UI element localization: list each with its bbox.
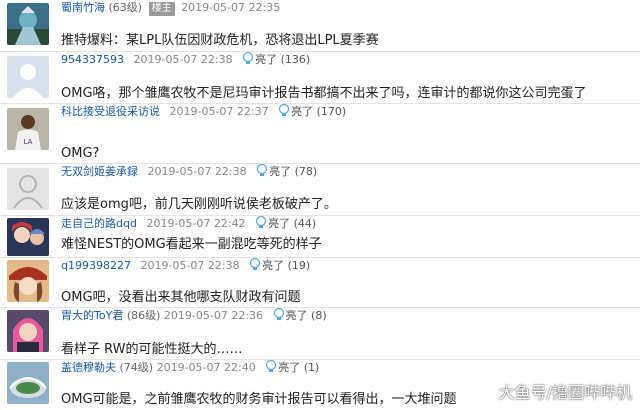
username-link[interactable]: 科比接受退役采访说 xyxy=(61,105,160,118)
like-button[interactable]: 亮了 xyxy=(269,165,291,178)
lightbulb-icon[interactable] xyxy=(256,163,268,183)
default-person-avatar-icon[interactable] xyxy=(7,168,49,210)
post-text: 看样子 RW的可能性挺大的…… xyxy=(61,342,243,357)
post-meta: 走自己的路dqd 2019-05-07 22:42 亮了 (44) xyxy=(61,215,317,235)
username-link[interactable]: 蜀南竹海 xyxy=(61,1,105,14)
user-level: (74级) xyxy=(119,361,154,374)
post-4: 走自己的路dqd 2019-05-07 22:42 亮了 (44) 难怪NEST… xyxy=(0,215,640,258)
like-count: (136) xyxy=(280,53,311,66)
username-link[interactable]: 走自己的路dqd xyxy=(61,217,137,230)
like-count: (78) xyxy=(294,165,318,178)
like-button[interactable]: 亮了 xyxy=(278,361,300,374)
post-text: OMG可能是，之前雏鹰农牧的财务审计报告可以看得出，一大堆问题 xyxy=(61,392,457,407)
post-meta: 无双剑姬姜承録 2019-05-07 22:38 亮了 (78) xyxy=(61,163,318,183)
pink-hair-champion-avatar-icon[interactable] xyxy=(7,310,49,352)
post-time: 2019-05-07 22:36 xyxy=(163,309,264,322)
post-meta: 科比接受退役采访说 2019-05-07 22:37 亮了 (170) xyxy=(61,103,347,123)
lightbulb-icon[interactable] xyxy=(278,103,290,123)
username-link[interactable]: 盖德穆勒夫 xyxy=(61,361,116,374)
post-meta: 954337593 2019-05-07 22:38 亮了 (136) xyxy=(61,51,311,71)
post-text: 推特爆料：某LPL队伍因财政危机，恐将退出LPL夏季赛 xyxy=(61,33,379,48)
like-button[interactable]: 亮了 xyxy=(291,105,313,118)
username-link[interactable]: 954337593 xyxy=(61,53,124,66)
lightbulb-icon[interactable] xyxy=(273,307,285,327)
like-count: (19) xyxy=(287,259,311,272)
anime-character-avatar-icon[interactable] xyxy=(7,218,49,256)
post-meta: q199398227 2019-05-07 22:38 亮了 (19) xyxy=(61,257,311,277)
like-count: (170) xyxy=(316,105,347,118)
post-meta: 蜀南竹海 (63级) 楼主 2019-05-07 22:35 xyxy=(61,0,280,16)
basketball-player-avatar-icon[interactable]: LA xyxy=(7,108,49,150)
post-time: 2019-05-07 22:37 xyxy=(169,105,269,118)
post-5: q199398227 2019-05-07 22:38 亮了 (19) OMG吧… xyxy=(0,257,640,308)
post-time: 2019-05-07 22:35 xyxy=(181,1,281,14)
like-count: (1) xyxy=(303,361,320,374)
stadium-avatar-icon[interactable] xyxy=(7,362,49,404)
lightbulb-icon[interactable] xyxy=(265,359,277,379)
post-time: 2019-05-07 22:42 xyxy=(146,217,246,230)
post-1: 954337593 2019-05-07 22:38 亮了 (136) OMG咯… xyxy=(0,51,640,104)
like-button[interactable]: 亮了 xyxy=(268,217,290,230)
post-text: OMG咯，那个雏鹰农牧不是尼玛审计报告书都搞不出来了吗，连审计的都说你这公司完蛋… xyxy=(61,86,587,101)
post-time: 2019-05-07 22:38 xyxy=(140,259,240,272)
username-link[interactable]: 无双剑姬姜承録 xyxy=(61,165,138,178)
user-level: (86级) xyxy=(126,309,161,322)
post-2: LA 科比接受退役采访说 2019-05-07 22:37 亮了 (170) O… xyxy=(0,103,640,164)
post-text: OMG吧，没看出来其他哪支队财政有问题 xyxy=(61,290,301,305)
like-count: (8) xyxy=(311,309,327,322)
red-hat-girl-avatar-icon[interactable] xyxy=(7,260,49,302)
post-meta: 胃大的ToY君 (86级) 2019-05-07 22:36 亮了 (8) xyxy=(61,307,327,327)
post-6: 胃大的ToY君 (86级) 2019-05-07 22:36 亮了 (8) 看样… xyxy=(0,307,640,360)
post-time: 2019-05-07 22:38 xyxy=(147,165,247,178)
default-person-avatar-icon[interactable] xyxy=(7,56,49,98)
post-text: 应该是omg吧，前几天刚刚听说侯老板破产了。 xyxy=(61,197,337,212)
lightbulb-icon[interactable] xyxy=(242,51,254,71)
post-0: 蜀南竹海 (63级) 楼主 2019-05-07 22:35 推特爆料：某LPL… xyxy=(0,0,640,52)
user-level: (63级) xyxy=(108,1,143,14)
post-text: 难怪NEST的OMG看起来一副混吃等死的样子 xyxy=(61,237,322,252)
lightbulb-icon[interactable] xyxy=(249,257,261,277)
svg-text:LA: LA xyxy=(24,138,33,146)
post-meta: 盖德穆勒夫 (74级) 2019-05-07 22:40 亮了 (1) xyxy=(61,359,320,379)
post-text: OMG? xyxy=(61,146,100,161)
op-badge: 楼主 xyxy=(148,2,175,16)
like-count: (44) xyxy=(293,217,317,230)
post-time: 2019-05-07 22:38 xyxy=(133,53,233,66)
username-link[interactable]: 胃大的ToY君 xyxy=(61,309,123,322)
post-time: 2019-05-07 22:40 xyxy=(156,361,256,374)
like-button[interactable]: 亮了 xyxy=(286,309,308,322)
post-3: 无双剑姬姜承録 2019-05-07 22:38 亮了 (78) 应该是omg吧… xyxy=(0,163,640,216)
username-link[interactable]: q199398227 xyxy=(61,259,131,272)
lightbulb-icon[interactable] xyxy=(255,215,267,235)
dota-hero-avatar-icon[interactable] xyxy=(7,3,49,45)
like-button[interactable]: 亮了 xyxy=(255,53,277,66)
like-button[interactable]: 亮了 xyxy=(262,259,284,272)
watermark: 大鱼号/撸圈哔哔机 xyxy=(498,383,632,402)
